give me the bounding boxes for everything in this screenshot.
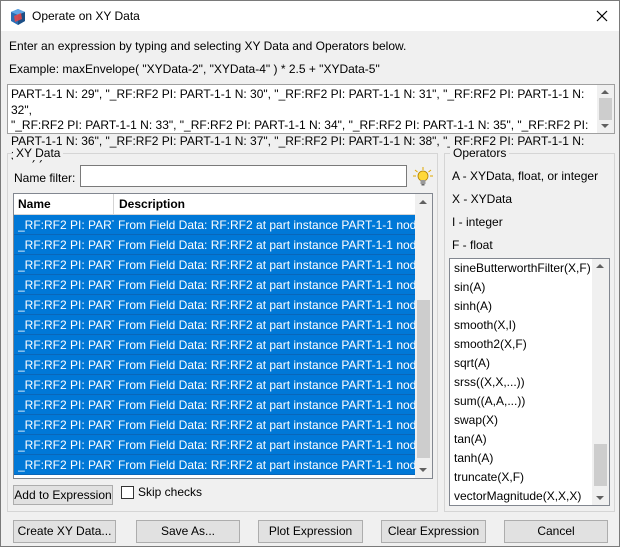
table-row[interactable]: _RF:RF2 PI: PART-1-1 N: 33 From Field Dat…: [14, 295, 416, 315]
scroll-up-icon[interactable]: [601, 90, 609, 94]
table-row[interactable]: _RF:RF2 PI: PART-1-1 N: 41 From Field Dat…: [14, 455, 416, 475]
table-row[interactable]: _RF:RF2 PI: PART-1-1 N: 29 From Field Dat…: [14, 215, 416, 235]
table-scrollbar[interactable]: [415, 194, 432, 478]
operators-scrollbar[interactable]: [592, 259, 609, 505]
plot-expression-button[interactable]: Plot Expression: [258, 520, 363, 543]
table-row[interactable]: _RF:RF2 PI: PART-1-1 N: 40 From Field Dat…: [14, 435, 416, 455]
row-description: From Field Data: RF:RF2 at part instance…: [118, 378, 416, 392]
scroll-thumb[interactable]: [594, 444, 607, 486]
table-row[interactable]: _RF:RF2 PI: PART-1-1 N: 30 From Field Dat…: [14, 235, 416, 255]
title-bar: Operate on XY Data: [1, 1, 619, 31]
app-icon: [11, 9, 25, 25]
table-row[interactable]: _RF:RF2 PI: PART-1-1 N: 34 From Field Dat…: [14, 315, 416, 335]
table-rows: _RF:RF2 PI: PART-1-1 N: 29 From Field Dat…: [14, 215, 416, 475]
example-text: Example: maxEnvelope( "XYData-2", "XYDat…: [9, 62, 380, 76]
expression-textarea[interactable]: PART-1-1 N: 29", "_RF:RF2 PI: PART-1-1 N…: [7, 84, 615, 163]
scroll-thumb[interactable]: [417, 300, 430, 458]
operator-legend-x: X - XYData: [452, 192, 513, 206]
save-as-button[interactable]: Save As...: [136, 520, 240, 543]
scroll-down-icon[interactable]: [596, 496, 604, 500]
row-name: _RF:RF2 PI: PART-1-1 N: 39: [18, 418, 114, 432]
scroll-up-icon[interactable]: [419, 200, 427, 204]
name-filter-label: Name filter:: [14, 171, 76, 185]
create-xy-data-button[interactable]: Create XY Data...: [13, 520, 116, 543]
row-description: From Field Data: RF:RF2 at part instance…: [118, 258, 416, 272]
operator-item[interactable]: swap(X): [454, 411, 498, 430]
row-name: _RF:RF2 PI: PART-1-1 N: 35: [18, 338, 114, 352]
window-title: Operate on XY Data: [32, 9, 140, 23]
operator-item[interactable]: vectorMagnitude(X,X,X): [454, 487, 581, 505]
row-description: From Field Data: RF:RF2 at part instance…: [118, 298, 416, 312]
operator-item[interactable]: truncate(X,F): [454, 468, 524, 487]
operator-item[interactable]: tanh(A): [454, 449, 493, 468]
close-button[interactable]: [585, 1, 619, 31]
row-description: From Field Data: RF:RF2 at part instance…: [118, 438, 416, 452]
name-filter-input[interactable]: [80, 165, 407, 187]
row-description: From Field Data: RF:RF2 at part instance…: [118, 318, 416, 332]
row-description: From Field Data: RF:RF2 at part instance…: [118, 418, 416, 432]
row-description: From Field Data: RF:RF2 at part instance…: [118, 358, 416, 372]
skip-checks-label: Skip checks: [138, 485, 203, 499]
row-name: _RF:RF2 PI: PART-1-1 N: 38: [18, 398, 114, 412]
operator-item[interactable]: smooth2(X,F): [454, 335, 527, 354]
cancel-button[interactable]: Cancel: [504, 520, 608, 543]
row-name: _RF:RF2 PI: PART-1-1 N: 41: [18, 458, 114, 472]
add-to-expression-button[interactable]: Add to Expression: [13, 485, 113, 505]
close-icon: [596, 10, 608, 22]
scroll-up-icon[interactable]: [596, 264, 604, 268]
row-description: From Field Data: RF:RF2 at part instance…: [118, 458, 416, 472]
operator-item[interactable]: smooth(X,I): [454, 316, 516, 335]
operator-item[interactable]: tan(A): [454, 430, 487, 449]
operators-list[interactable]: sineButterworthFilter(X,F) sin(A) sinh(A…: [449, 258, 610, 506]
row-description: From Field Data: RF:RF2 at part instance…: [118, 218, 416, 232]
column-header-name[interactable]: Name: [14, 194, 114, 215]
expression-scrollbar[interactable]: [597, 85, 614, 133]
table-row[interactable]: _RF:RF2 PI: PART-1-1 N: 39 From Field Dat…: [14, 415, 416, 435]
row-description: From Field Data: RF:RF2 at part instance…: [118, 338, 416, 352]
row-name: _RF:RF2 PI: PART-1-1 N: 34: [18, 318, 114, 332]
row-name: _RF:RF2 PI: PART-1-1 N: 33: [18, 298, 114, 312]
operator-legend-f: F - float: [452, 238, 493, 252]
row-name: _RF:RF2 PI: PART-1-1 N: 29: [18, 218, 114, 232]
row-name: _RF:RF2 PI: PART-1-1 N: 32: [18, 278, 114, 292]
row-description: From Field Data: RF:RF2 at part instance…: [118, 238, 416, 252]
table-row[interactable]: _RF:RF2 PI: PART-1-1 N: 36 From Field Dat…: [14, 355, 416, 375]
scroll-thumb[interactable]: [599, 98, 612, 120]
row-name: _RF:RF2 PI: PART-1-1 N: 36: [18, 358, 114, 372]
operator-item[interactable]: sin(A): [454, 278, 485, 297]
row-name: _RF:RF2 PI: PART-1-1 N: 30: [18, 238, 114, 252]
row-description: From Field Data: RF:RF2 at part instance…: [118, 398, 416, 412]
column-header-description[interactable]: Description: [115, 194, 415, 215]
table-row[interactable]: _RF:RF2 PI: PART-1-1 N: 35 From Field Dat…: [14, 335, 416, 355]
row-name: _RF:RF2 PI: PART-1-1 N: 37: [18, 378, 114, 392]
table-header: Name Description: [14, 194, 416, 215]
table-row[interactable]: _RF:RF2 PI: PART-1-1 N: 32 From Field Dat…: [14, 275, 416, 295]
row-description: From Field Data: RF:RF2 at part instance…: [118, 278, 416, 292]
table-row[interactable]: _RF:RF2 PI: PART-1-1 N: 37 From Field Dat…: [14, 375, 416, 395]
operator-item[interactable]: sqrt(A): [454, 354, 490, 373]
operators-group-label: Operators: [450, 146, 510, 160]
xy-data-table[interactable]: Name Description _RF:RF2 PI: PART-1-1 N:…: [13, 193, 433, 479]
operator-item[interactable]: sinh(A): [454, 297, 492, 316]
scroll-down-icon[interactable]: [601, 124, 609, 128]
operator-item[interactable]: sineButterworthFilter(X,F): [454, 259, 591, 278]
row-name: _RF:RF2 PI: PART-1-1 N: 31: [18, 258, 114, 272]
clear-expression-button[interactable]: Clear Expression: [381, 520, 486, 543]
operator-legend-i: I - integer: [452, 215, 503, 229]
operate-xy-dialog: Operate on XY Data Enter an expression b…: [0, 0, 620, 547]
lightbulb-icon[interactable]: [413, 167, 433, 187]
xy-data-group-label: XY Data: [13, 146, 64, 160]
skip-checks-checkbox[interactable]: [121, 486, 134, 499]
operator-item[interactable]: srss((X,X,...)): [454, 373, 525, 392]
instruction-text: Enter an expression by typing and select…: [9, 39, 407, 53]
row-name: _RF:RF2 PI: PART-1-1 N: 40: [18, 438, 114, 452]
scroll-down-icon[interactable]: [419, 468, 427, 472]
table-row[interactable]: _RF:RF2 PI: PART-1-1 N: 31 From Field Dat…: [14, 255, 416, 275]
operator-legend-a: A - XYData, float, or integer: [452, 169, 599, 183]
operator-item[interactable]: sum((A,A,...)): [454, 392, 525, 411]
table-row[interactable]: _RF:RF2 PI: PART-1-1 N: 38 From Field Dat…: [14, 395, 416, 415]
